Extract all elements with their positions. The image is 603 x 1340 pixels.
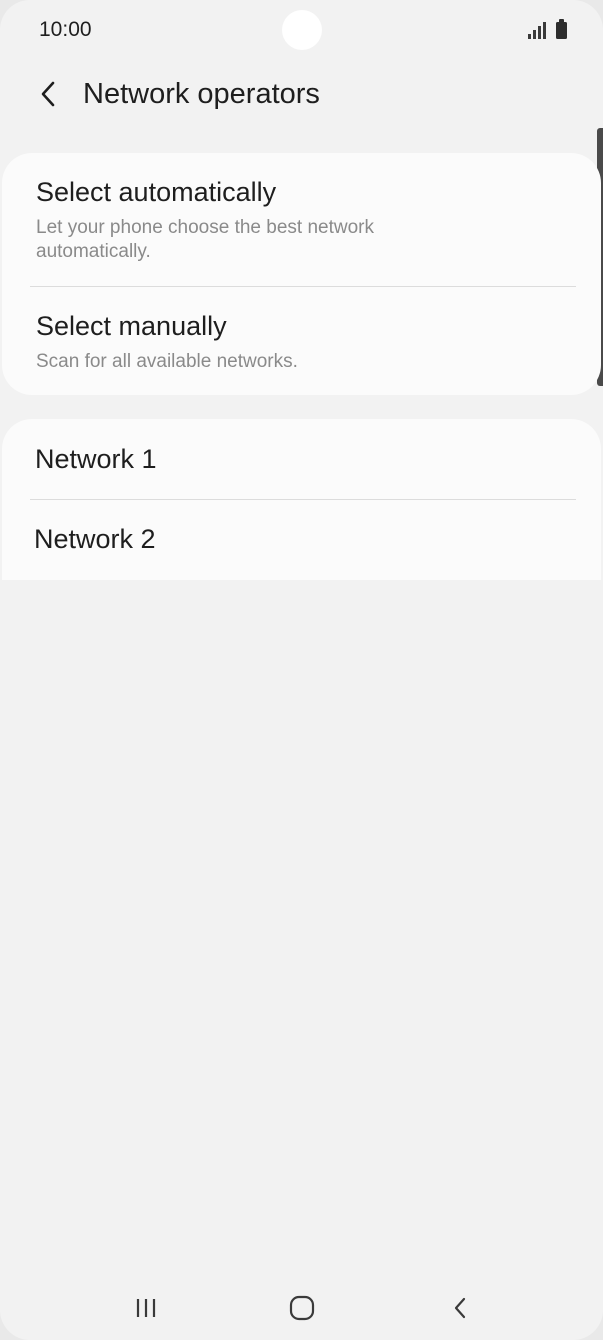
status-time: 10:00 — [39, 18, 92, 41]
network-selection-card: Select automatically Let your phone choo… — [2, 153, 601, 395]
app-header: Network operators — [0, 60, 603, 130]
list-item-network-2[interactable]: Network 2 — [2, 500, 601, 580]
network-label: Network 1 — [35, 444, 157, 474]
home-button[interactable] — [282, 1288, 322, 1328]
signal-icon — [528, 21, 546, 39]
option-title: Select manually — [36, 311, 227, 341]
battery-icon — [556, 19, 567, 39]
recent-apps-icon — [136, 1299, 156, 1317]
page-title: Network operators — [83, 78, 320, 110]
network-list-card: Network 1 Network 2 — [2, 419, 601, 580]
option-select-automatically[interactable]: Select automatically Let your phone choo… — [2, 153, 601, 286]
status-bar: 10:00 — [0, 0, 603, 60]
option-description: Scan for all available networks. — [36, 351, 298, 372]
option-description: Let your phone choose the best network a… — [36, 217, 375, 262]
nav-back-button[interactable] — [440, 1288, 480, 1328]
network-label: Network 2 — [34, 524, 156, 554]
navigation-bar — [0, 1270, 603, 1340]
option-title: Select automatically — [36, 177, 277, 207]
chevron-left-icon — [41, 81, 55, 107]
recent-apps-button[interactable] — [126, 1288, 166, 1328]
phone-screen: 10:00 Network operators Select automatic… — [0, 0, 603, 1340]
front-camera — [282, 10, 322, 50]
option-select-manually[interactable]: Select manually Scan for all available n… — [2, 287, 601, 395]
list-item-network-1[interactable]: Network 1 — [2, 419, 601, 499]
back-button[interactable] — [28, 74, 68, 114]
status-icons — [528, 19, 567, 39]
home-icon — [289, 1295, 315, 1321]
back-icon — [454, 1297, 466, 1319]
